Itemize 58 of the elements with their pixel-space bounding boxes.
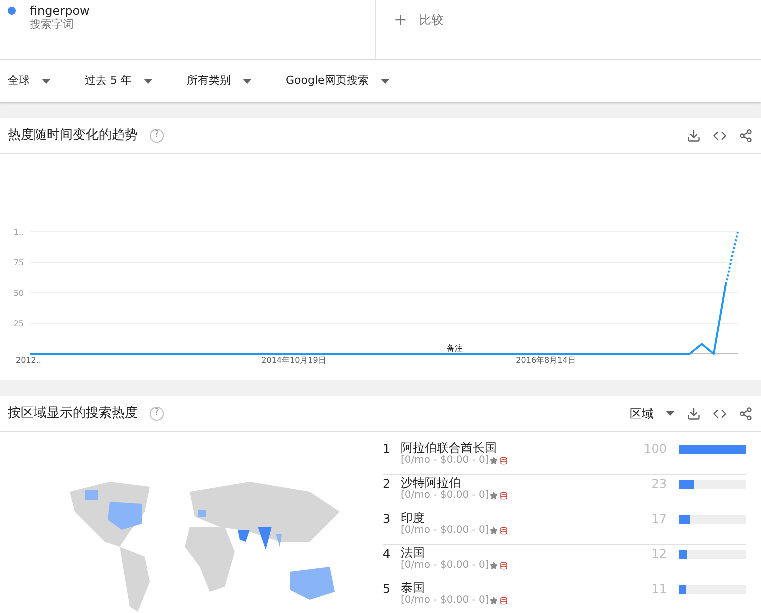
- region-score: 17: [652, 511, 667, 528]
- region-score: 11: [652, 581, 667, 598]
- keyword-stats: [0/mo - $0.00 - 0]: [401, 560, 490, 572]
- partial-data-line: [725, 232, 739, 285]
- star-icon[interactable]: [490, 597, 498, 605]
- region-name[interactable]: 泰国: [401, 581, 508, 595]
- filter-dropdown[interactable]: 过去 5 年: [85, 72, 153, 90]
- y-tick-label: 1..: [14, 228, 24, 237]
- share-icon[interactable]: [739, 406, 753, 420]
- search-term[interactable]: fingerpow: [30, 4, 90, 18]
- keyword-stats: [0/mo - $0.00 - 0]: [401, 595, 490, 607]
- keyword-stats: [0/mo - $0.00 - 0]: [401, 490, 490, 502]
- filter-dropdown[interactable]: Google网页搜索: [286, 72, 390, 90]
- section-title: 按区域显示的搜索热度: [8, 404, 138, 423]
- star-icon[interactable]: [490, 492, 498, 500]
- database-icon[interactable]: [500, 597, 508, 605]
- caret-icon: [243, 78, 252, 84]
- region-name[interactable]: 阿拉伯联合酋长国: [401, 441, 508, 455]
- region-name[interactable]: 法国: [401, 546, 508, 560]
- rank-number: 5: [383, 581, 392, 598]
- y-tick-label: 75: [14, 258, 24, 268]
- region-name[interactable]: 沙特阿拉伯: [401, 476, 508, 490]
- rank-number: 3: [383, 511, 392, 528]
- caret-icon: [380, 78, 390, 84]
- rank-number: 1: [383, 441, 392, 458]
- rank-number: 4: [383, 546, 392, 563]
- caret-icon: [666, 411, 675, 416]
- x-tick-label: 2016年8月14日: [516, 356, 576, 365]
- section-title: 热度随时间变化的趋势: [8, 126, 138, 145]
- region-score: 100: [644, 441, 667, 458]
- star-icon[interactable]: [490, 562, 498, 570]
- download-icon[interactable]: [687, 128, 701, 142]
- compare-button[interactable]: + 比较: [394, 8, 444, 32]
- resolution-dropdown[interactable]: 区域: [630, 404, 675, 422]
- star-icon[interactable]: [490, 527, 498, 535]
- caret-icon: [42, 78, 51, 84]
- y-tick-label: 25: [14, 320, 24, 328]
- keyword-stats: [0/mo - $0.00 - 0]: [401, 455, 490, 467]
- database-icon[interactable]: [500, 457, 508, 465]
- database-icon[interactable]: [500, 527, 508, 535]
- caret-icon: [144, 78, 153, 84]
- download-icon[interactable]: [687, 406, 701, 420]
- keyword-stats: [0/mo - $0.00 - 0]: [401, 525, 490, 537]
- filter-dropdown[interactable]: 全球: [8, 72, 51, 90]
- star-icon[interactable]: [490, 457, 498, 465]
- region-name[interactable]: 印度: [401, 511, 508, 525]
- region-score: 23: [652, 476, 667, 493]
- region-score: 12: [652, 546, 667, 563]
- search-term-type: 搜索字词: [30, 18, 75, 32]
- share-icon[interactable]: [739, 128, 753, 142]
- database-icon[interactable]: [500, 492, 508, 500]
- x-tick-label: 2012..: [16, 356, 42, 365]
- filter-dropdown[interactable]: 所有类别: [187, 72, 252, 90]
- y-tick-label: 50: [14, 289, 24, 298]
- chart-note[interactable]: 备注: [446, 344, 463, 353]
- database-icon[interactable]: [500, 562, 508, 570]
- x-tick-label: 2014年10月19日: [262, 356, 326, 365]
- rank-number: 2: [383, 476, 392, 493]
